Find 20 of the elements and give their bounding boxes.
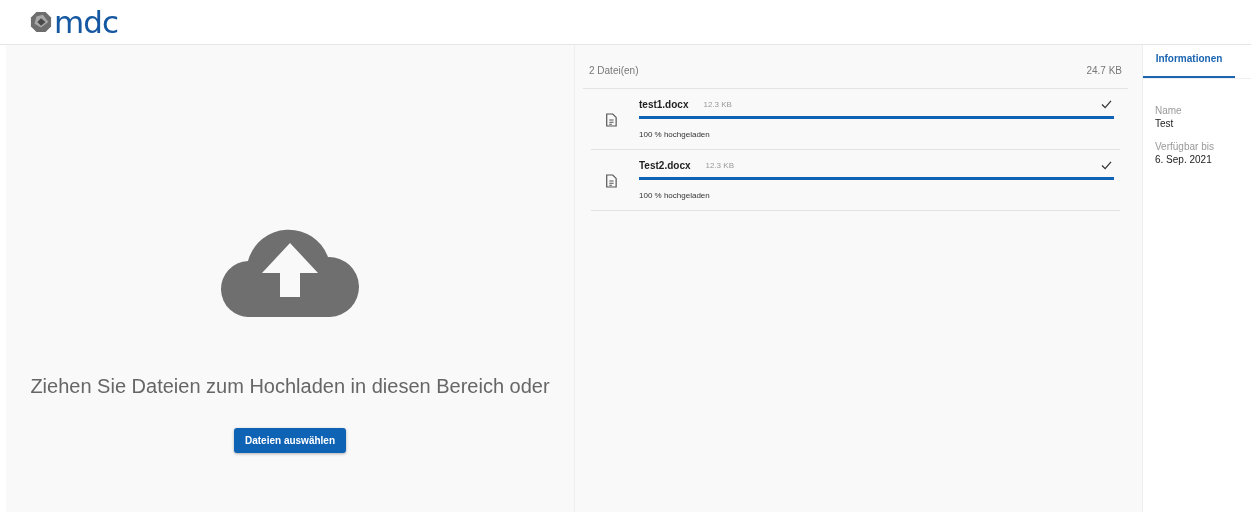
total-size: 24.7 KB — [1086, 65, 1122, 76]
file-size: 12.3 KB — [703, 100, 733, 109]
file-name: test1.docx — [639, 99, 689, 110]
logo-icon — [30, 11, 52, 33]
file-name: Test2.docx — [639, 160, 691, 171]
file-count: 2 Datei(en) — [589, 65, 639, 76]
field-label: Verfügbar bis — [1155, 141, 1215, 152]
file-size: 12.3 KB — [705, 161, 735, 170]
document-icon — [605, 174, 617, 188]
select-files-button[interactable]: Dateien auswählen — [234, 428, 346, 453]
info-tab[interactable]: Informationen — [1143, 45, 1235, 78]
drop-zone[interactable]: Ziehen Sie Dateien zum Hochladen in diesen Bereich oder Dateien auswählen — [6, 45, 575, 512]
logo-text: mdc — [54, 6, 118, 38]
drop-message: Ziehen Sie Dateien zum Hochladen in diesen Bereich oder — [30, 375, 550, 398]
field-label: Name — [1155, 105, 1183, 116]
field-value: Test — [1155, 118, 1175, 129]
upload-status: 100 % hochgeladen — [639, 130, 710, 139]
document-icon — [605, 113, 617, 127]
upload-status: 100 % hochgeladen — [639, 191, 710, 200]
field-value: 6. Sep. 2021 — [1155, 154, 1213, 165]
